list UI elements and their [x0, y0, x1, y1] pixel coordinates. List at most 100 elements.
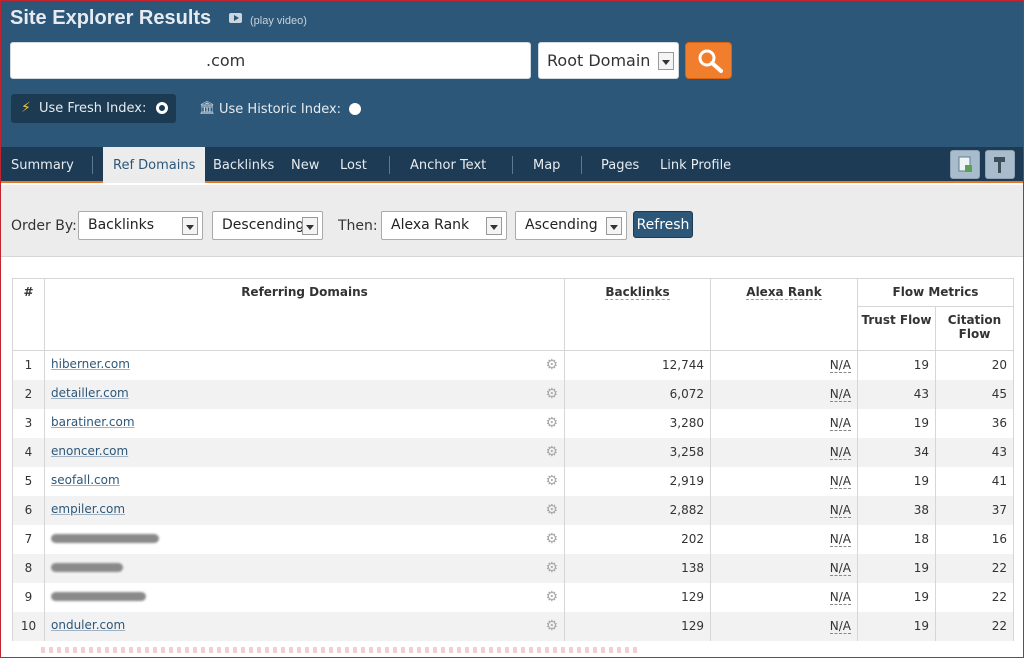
- chevron-down-icon[interactable]: [486, 217, 502, 235]
- tab-summary[interactable]: Summary: [11, 158, 74, 173]
- domain-cell: detailler.com ⚙: [44, 379, 565, 409]
- alexa-rank-cell: N/A: [710, 437, 858, 467]
- col-header-alexa-rank[interactable]: Alexa Rank: [710, 278, 858, 351]
- trust-flow-cell: 43: [857, 379, 936, 409]
- gear-icon[interactable]: ⚙: [545, 386, 558, 402]
- citation-flow-cell: 43: [935, 437, 1014, 467]
- trust-flow-cell: 19: [857, 553, 936, 583]
- tab-bar: Summary Ref Domains Backlinks New Lost A…: [1, 147, 1023, 183]
- row-number: 8: [12, 553, 45, 583]
- col-header-backlinks[interactable]: Backlinks: [564, 278, 711, 351]
- backlinks-cell: 3,258: [564, 437, 711, 467]
- table-row: 4 enoncer.com ⚙ 3,258 N/A 34 43: [12, 437, 1014, 467]
- redacted-domain: [51, 592, 146, 601]
- then-label: Then:: [338, 218, 378, 234]
- scope-select[interactable]: Root Domain: [538, 42, 679, 79]
- domain-link[interactable]: baratiner.com: [51, 415, 135, 429]
- tab-backlinks[interactable]: Backlinks: [213, 158, 274, 173]
- table-row: 9 ⚙ 129 N/A 19 22: [12, 582, 1014, 612]
- backlinks-cell: 202: [564, 524, 711, 554]
- then-direction-select[interactable]: Ascending: [515, 211, 627, 240]
- historic-index-radio[interactable]: [349, 103, 361, 115]
- gear-icon[interactable]: ⚙: [545, 531, 558, 547]
- chevron-down-icon[interactable]: [182, 217, 198, 235]
- then-by-select[interactable]: Alexa Rank: [381, 211, 507, 240]
- bank-icon: 🏛: [199, 101, 216, 116]
- gear-icon[interactable]: ⚙: [545, 444, 558, 460]
- app-window: Site Explorer Results (play video) .com …: [0, 0, 1024, 658]
- fresh-index-radio[interactable]: [156, 102, 168, 114]
- domain-link[interactable]: detailler.com: [51, 386, 129, 400]
- lightning-icon: ⚡: [21, 100, 31, 116]
- domain-cell: onduler.com ⚙: [44, 611, 565, 641]
- table-row: 1 hiberner.com ⚙ 12,744 N/A 19 20: [12, 350, 1014, 380]
- domain-link[interactable]: onduler.com: [51, 618, 125, 632]
- domain-cell: ⚙: [44, 553, 565, 583]
- gear-icon[interactable]: ⚙: [545, 502, 558, 518]
- tab-pages[interactable]: Pages: [601, 158, 639, 173]
- domain-link[interactable]: empiler.com: [51, 502, 125, 516]
- citation-flow-cell: 22: [935, 611, 1014, 641]
- row-number: 9: [12, 582, 45, 612]
- chevron-down-icon[interactable]: [302, 217, 318, 235]
- domain-link[interactable]: enoncer.com: [51, 444, 128, 458]
- gear-icon[interactable]: ⚙: [545, 618, 558, 634]
- col-header-number: #: [12, 278, 45, 351]
- backlinks-cell: 129: [564, 582, 711, 612]
- citation-flow-cell: 36: [935, 408, 1014, 438]
- citation-flow-cell: 37: [935, 495, 1014, 525]
- tab-divider: [581, 156, 582, 174]
- backlinks-cell: 2,882: [564, 495, 711, 525]
- order-bar: Order By: Backlinks Descending Then: Ale…: [1, 185, 1023, 257]
- domain-link[interactable]: seofall.com: [51, 473, 120, 487]
- chevron-down-icon[interactable]: [606, 217, 622, 235]
- row-number: 1: [12, 350, 45, 380]
- row-number: 4: [12, 437, 45, 467]
- trust-flow-cell: 19: [857, 582, 936, 612]
- order-direction-select[interactable]: Descending: [212, 211, 323, 240]
- fresh-index-option[interactable]: ⚡ Use Fresh Index:: [11, 94, 176, 123]
- tab-link-profile[interactable]: Link Profile: [660, 158, 731, 173]
- tab-anchor-text[interactable]: Anchor Text: [410, 158, 486, 173]
- export-button[interactable]: [950, 150, 980, 179]
- citation-flow-cell: 22: [935, 582, 1014, 612]
- table-row: 7 ⚙ 202 N/A 18 16: [12, 524, 1014, 554]
- redacted-domain: [51, 534, 159, 543]
- tab-new[interactable]: New: [291, 158, 319, 173]
- table-row: 10 onduler.com ⚙ 129 N/A 19 22: [12, 611, 1014, 641]
- table-row: 6 empiler.com ⚙ 2,882 N/A 38 37: [12, 495, 1014, 525]
- tab-map[interactable]: Map: [533, 158, 560, 173]
- historic-index-label: Use Historic Index:: [219, 102, 342, 117]
- domain-cell: baratiner.com ⚙: [44, 408, 565, 438]
- refresh-button[interactable]: Refresh: [633, 211, 693, 238]
- gear-icon[interactable]: ⚙: [545, 560, 558, 576]
- alexa-rank-cell: N/A: [710, 582, 858, 612]
- gear-icon[interactable]: ⚙: [545, 415, 558, 431]
- tab-divider: [389, 156, 390, 174]
- order-by-label: Order By:: [11, 218, 77, 234]
- row-number: 10: [12, 611, 45, 641]
- search-button[interactable]: [685, 42, 732, 79]
- domain-link[interactable]: hiberner.com: [51, 357, 130, 371]
- tools-button[interactable]: [985, 150, 1015, 179]
- url-input[interactable]: .com: [10, 42, 531, 79]
- alexa-rank-cell: N/A: [710, 495, 858, 525]
- backlinks-cell: 138: [564, 553, 711, 583]
- citation-flow-cell: 41: [935, 466, 1014, 496]
- play-video-icon[interactable]: [229, 13, 242, 23]
- chevron-down-icon[interactable]: [658, 52, 674, 70]
- order-by-select[interactable]: Backlinks: [78, 211, 203, 240]
- tab-ref-domains[interactable]: Ref Domains: [103, 147, 206, 183]
- play-video-link[interactable]: (play video): [250, 15, 307, 27]
- col-header-citation-flow: Citation Flow: [935, 306, 1014, 351]
- scope-select-value: Root Domain: [547, 51, 651, 70]
- pagination-placeholder: [41, 647, 641, 653]
- hammer-icon: [994, 157, 1005, 173]
- gear-icon[interactable]: ⚙: [545, 473, 558, 489]
- alexa-rank-cell: N/A: [710, 466, 858, 496]
- gear-icon[interactable]: ⚙: [545, 357, 558, 373]
- backlinks-cell: 12,744: [564, 350, 711, 380]
- gear-icon[interactable]: ⚙: [545, 589, 558, 605]
- page-title: Site Explorer Results: [10, 7, 212, 29]
- tab-lost[interactable]: Lost: [340, 158, 367, 173]
